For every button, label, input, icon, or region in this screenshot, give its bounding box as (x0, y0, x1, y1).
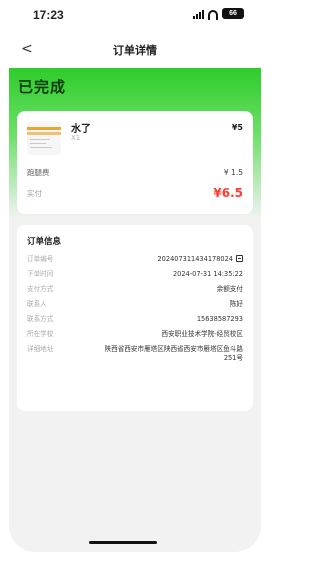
product-image (27, 121, 61, 155)
info-label: 所在学校 (27, 330, 54, 338)
info-row-phone: 联系方式 15638587293 (27, 315, 243, 324)
delivery-fee-label: 跑腿费 (27, 167, 50, 177)
nav-bar: < 订单详情 (9, 38, 261, 68)
info-row-order-time: 下单时间 2024-07-31 14:35:22 (27, 270, 243, 279)
product-price: ¥5 (231, 123, 243, 132)
paid-label: 实付 (27, 188, 42, 198)
status-time: 17:23 (33, 8, 64, 22)
info-value: 15638587293 (196, 315, 243, 323)
battery-icon: 66 (222, 8, 244, 19)
product-row[interactable]: 水了 X1 ¥5 (27, 121, 243, 163)
info-label: 联系人 (27, 300, 47, 308)
info-value: 陈好 (229, 300, 243, 308)
back-icon[interactable]: < (21, 41, 33, 57)
order-info-title: 订单信息 (27, 237, 62, 247)
info-row-payment: 支付方式 余额支付 (27, 285, 243, 294)
info-label: 下单时间 (27, 270, 54, 278)
info-value: 陕西省西安市雁塔区陕西省西安市雁塔区鱼斗路251号 (104, 345, 243, 362)
signal-icon (193, 9, 204, 19)
paid-row: 实付 ¥6.5 (27, 181, 243, 205)
info-row-order-number: 订单编号 202407311434178024 (27, 255, 243, 264)
phone-screen: 17:23 66 < 订单详情 已完成 水了 X1 ¥5 跑腿费 ¥ 1.5 实… (9, 0, 261, 552)
home-indicator (89, 541, 157, 544)
order-number: 202407311434178024 (157, 255, 233, 263)
wifi-icon (208, 9, 218, 20)
order-info-card: 订单信息 订单编号 202407311434178024 下单时间 2024-0… (17, 225, 253, 411)
info-label: 订单编号 (27, 255, 54, 263)
info-value: 西安职业技术学院-经贸校区 (161, 330, 243, 338)
info-label: 详细地址 (27, 345, 54, 353)
info-row-address: 详细地址 陕西省西安市雁塔区陕西省西安市雁塔区鱼斗路251号 (27, 345, 243, 363)
status-icons: 66 (193, 8, 244, 20)
copy-icon[interactable] (236, 255, 243, 262)
status-bar: 17:23 66 (9, 0, 261, 38)
delivery-fee-row: 跑腿费 ¥ 1.5 (27, 163, 243, 181)
info-value: 余额支付 (216, 285, 243, 293)
order-status: 已完成 (18, 78, 67, 96)
info-label: 支付方式 (27, 285, 54, 293)
info-value: 2024-07-31 14:35:22 (172, 270, 243, 278)
info-label: 联系方式 (27, 315, 54, 323)
product-quantity: X1 (71, 134, 81, 142)
page-title: 订单详情 (113, 44, 157, 57)
delivery-fee-value: ¥ 1.5 (223, 167, 243, 177)
paid-value: ¥6.5 (213, 186, 243, 200)
info-row-contact: 联系人 陈好 (27, 300, 243, 309)
info-value: 202407311434178024 (157, 255, 243, 264)
product-card: 水了 X1 ¥5 跑腿费 ¥ 1.5 实付 ¥6.5 (17, 111, 253, 214)
info-row-school: 所在学校 西安职业技术学院-经贸校区 (27, 330, 243, 339)
